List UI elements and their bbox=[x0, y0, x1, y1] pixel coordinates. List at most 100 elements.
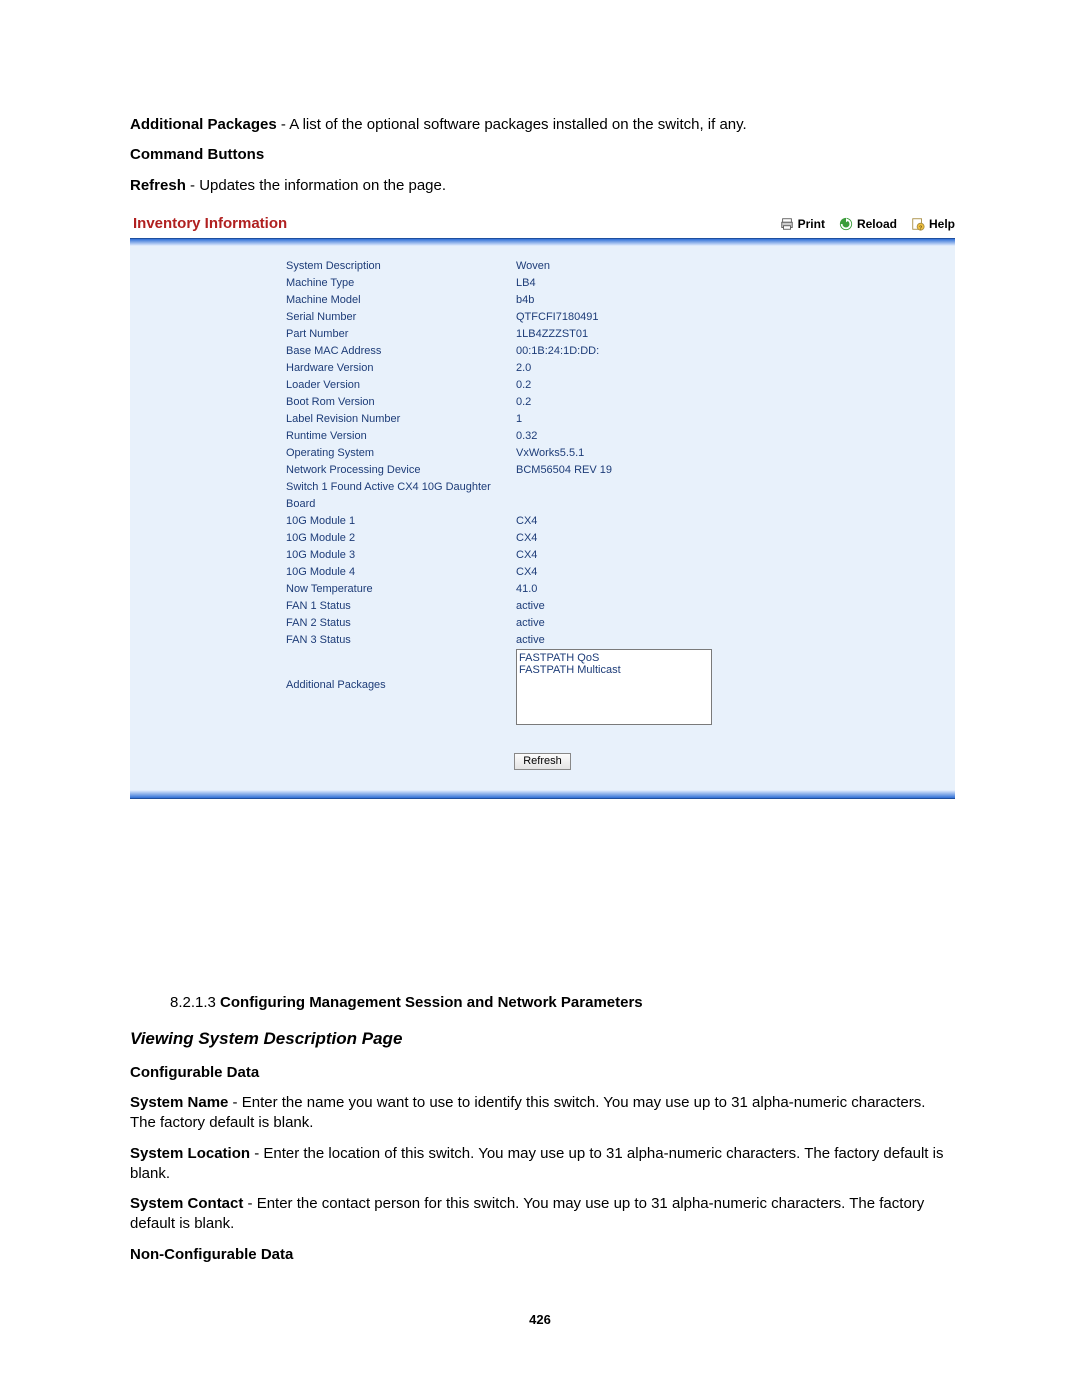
inventory-row-value: 2.0 bbox=[516, 360, 949, 377]
help-action[interactable]: ? Help bbox=[911, 217, 955, 231]
inventory-row-value: Woven bbox=[516, 258, 949, 275]
panel-top-divider bbox=[130, 238, 955, 246]
ap-desc: - A list of the optional software packag… bbox=[277, 116, 747, 133]
panel-button-row: Refresh bbox=[136, 753, 949, 770]
inventory-row-value: 1 bbox=[516, 411, 949, 428]
additional-packages-row: Additional Packages bbox=[136, 649, 949, 731]
inventory-row: 10G Module 2CX4 bbox=[136, 530, 949, 547]
inventory-row-value: CX4 bbox=[516, 564, 949, 581]
inventory-row-key: 10G Module 1 bbox=[286, 513, 516, 530]
inventory-row: System DescriptionWoven bbox=[136, 258, 949, 275]
system-contact-line: System Contact - Enter the contact perso… bbox=[130, 1194, 955, 1235]
panel-body: System DescriptionWovenMachine TypeLB4Ma… bbox=[130, 246, 955, 790]
inventory-row: Label Revision Number1 bbox=[136, 411, 949, 428]
inventory-row: 10G Module 1CX4 bbox=[136, 513, 949, 530]
inventory-row-key: Machine Model bbox=[286, 292, 516, 309]
inventory-row: Hardware Version2.0 bbox=[136, 360, 949, 377]
inventory-row-value: active bbox=[516, 598, 949, 615]
system-location-line: System Location - Enter the location of … bbox=[130, 1144, 955, 1185]
inventory-row-key: Boot Rom Version bbox=[286, 394, 516, 411]
inventory-row-key: Machine Type bbox=[286, 275, 516, 292]
refresh-desc: - Updates the information on the page. bbox=[186, 177, 446, 194]
inventory-row: Switch 1 Found Active CX4 10G Daughter B… bbox=[136, 479, 949, 513]
inventory-row-key: Label Revision Number bbox=[286, 411, 516, 428]
inventory-row: Base MAC Address00:1B:24:1D:DD: bbox=[136, 343, 949, 360]
inventory-row-value: b4b bbox=[516, 292, 949, 309]
inventory-row: Machine TypeLB4 bbox=[136, 275, 949, 292]
inventory-row-value: 41.0 bbox=[516, 581, 949, 598]
inventory-row: Serial NumberQTFCFI7180491 bbox=[136, 309, 949, 326]
inventory-row-key: 10G Module 3 bbox=[286, 547, 516, 564]
inventory-row: Now Temperature41.0 bbox=[136, 581, 949, 598]
inventory-row-value: active bbox=[516, 632, 949, 649]
inventory-row: Operating SystemVxWorks5.5.1 bbox=[136, 445, 949, 462]
inventory-row-key: Runtime Version bbox=[286, 428, 516, 445]
section-title: Configuring Management Session and Netwo… bbox=[220, 994, 643, 1011]
additional-packages-textarea[interactable] bbox=[516, 649, 712, 725]
inventory-row-key: Network Processing Device bbox=[286, 462, 516, 479]
viewing-heading: Viewing System Description Page bbox=[130, 1029, 955, 1049]
inventory-row: Runtime Version0.32 bbox=[136, 428, 949, 445]
page-number: 426 bbox=[0, 1312, 1080, 1327]
command-buttons-heading: Command Buttons bbox=[130, 145, 955, 165]
reload-action[interactable]: Reload bbox=[839, 217, 897, 231]
inventory-row: FAN 3 Statusactive bbox=[136, 632, 949, 649]
sn-term: System Name bbox=[130, 1094, 228, 1111]
panel-bottom-divider bbox=[130, 790, 955, 799]
inventory-row: 10G Module 3CX4 bbox=[136, 547, 949, 564]
system-name-line: System Name - Enter the name you want to… bbox=[130, 1093, 955, 1134]
inventory-row: Machine Modelb4b bbox=[136, 292, 949, 309]
panel-header: Inventory Information Print Reload ? Hel… bbox=[130, 210, 955, 238]
inventory-screenshot: Inventory Information Print Reload ? Hel… bbox=[130, 210, 955, 799]
inventory-row-value: QTFCFI7180491 bbox=[516, 309, 949, 326]
sc-term: System Contact bbox=[130, 1195, 243, 1212]
inventory-row-key: Loader Version bbox=[286, 377, 516, 394]
inventory-row: 10G Module 4CX4 bbox=[136, 564, 949, 581]
intro-block: Additional Packages - A list of the opti… bbox=[130, 115, 955, 196]
sc-desc: - Enter the contact person for this swit… bbox=[130, 1195, 924, 1232]
inventory-row-value: VxWorks5.5.1 bbox=[516, 445, 949, 462]
inventory-row-key: Base MAC Address bbox=[286, 343, 516, 360]
ap-row-label: Additional Packages bbox=[286, 649, 516, 731]
refresh-line: Refresh - Updates the information on the… bbox=[130, 176, 955, 196]
inventory-row-value: CX4 bbox=[516, 530, 949, 547]
inventory-rows: System DescriptionWovenMachine TypeLB4Ma… bbox=[136, 258, 949, 649]
inventory-row-value: CX4 bbox=[516, 513, 949, 530]
inventory-row-key: FAN 2 Status bbox=[286, 615, 516, 632]
help-label: Help bbox=[929, 217, 955, 231]
inventory-row: FAN 2 Statusactive bbox=[136, 615, 949, 632]
inventory-row-key: FAN 1 Status bbox=[286, 598, 516, 615]
panel-title: Inventory Information bbox=[130, 215, 287, 232]
inventory-row-key: System Description bbox=[286, 258, 516, 275]
body-block: Configurable Data System Name - Enter th… bbox=[130, 1063, 955, 1265]
inventory-row-key: FAN 3 Status bbox=[286, 632, 516, 649]
inventory-row-value: 00:1B:24:1D:DD: bbox=[516, 343, 949, 360]
reload-icon bbox=[839, 217, 853, 231]
inventory-row-key: Hardware Version bbox=[286, 360, 516, 377]
inventory-row-key: 10G Module 4 bbox=[286, 564, 516, 581]
inventory-row-value: LB4 bbox=[516, 275, 949, 292]
inventory-row: Loader Version0.2 bbox=[136, 377, 949, 394]
inventory-row-value: CX4 bbox=[516, 547, 949, 564]
sn-desc: - Enter the name you want to use to iden… bbox=[130, 1094, 925, 1131]
sl-term: System Location bbox=[130, 1145, 250, 1162]
sl-desc: - Enter the location of this switch. You… bbox=[130, 1145, 943, 1182]
inventory-row-key: Operating System bbox=[286, 445, 516, 462]
refresh-button[interactable]: Refresh bbox=[514, 753, 571, 770]
inventory-row-value: 0.32 bbox=[516, 428, 949, 445]
inventory-row-key: Switch 1 Found Active CX4 10G Daughter B… bbox=[286, 479, 516, 513]
inventory-row: Boot Rom Version0.2 bbox=[136, 394, 949, 411]
inventory-row: Network Processing DeviceBCM56504 REV 19 bbox=[136, 462, 949, 479]
section-number: 8.2.1.3 bbox=[170, 994, 220, 1011]
printer-icon bbox=[780, 217, 794, 231]
refresh-term: Refresh bbox=[130, 177, 186, 194]
svg-text:?: ? bbox=[919, 225, 922, 231]
inventory-row-value: 1LB4ZZZST01 bbox=[516, 326, 949, 343]
inventory-row-key: 10G Module 2 bbox=[286, 530, 516, 547]
inventory-row-key: Now Temperature bbox=[286, 581, 516, 598]
inventory-row-value bbox=[516, 479, 949, 513]
print-action[interactable]: Print bbox=[780, 217, 825, 231]
ap-term: Additional Packages bbox=[130, 116, 277, 133]
section-number-heading: 8.2.1.3 Configuring Management Session a… bbox=[170, 994, 955, 1011]
additional-packages-line: Additional Packages - A list of the opti… bbox=[130, 115, 955, 135]
